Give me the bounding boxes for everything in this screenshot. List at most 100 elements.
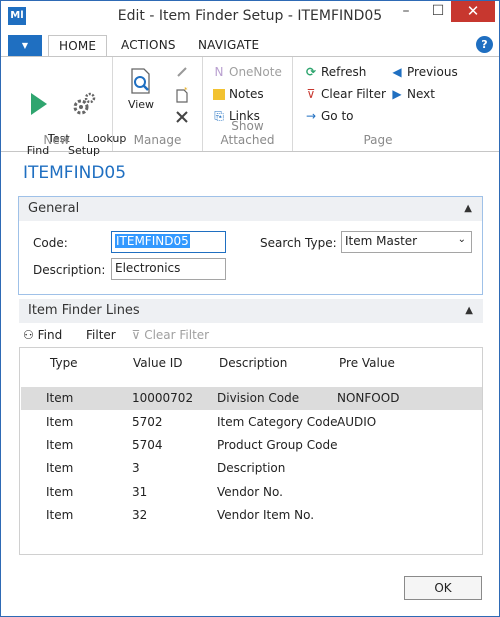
clear-filter-label: Clear Filter [321, 87, 386, 101]
ribbon: Test Find Lookup Setup New View * Manage… [1, 56, 499, 157]
ribbon-tabs: ▼ HOME ACTIONS NAVIGATE ? [1, 35, 499, 57]
ribbon-group-page: ⟳ Refresh ⊽ Clear Filter → Go to ◀ Previous … [293, 57, 463, 151]
cell-type: Item [46, 438, 74, 452]
collapse-chevron-icon[interactable]: ▲ [464, 197, 472, 221]
description-label: Description: [33, 263, 106, 277]
tab-home[interactable]: HOME [48, 35, 108, 57]
code-value: ITEMFIND05 [115, 234, 190, 248]
delete-icon[interactable] [176, 111, 188, 123]
group-label-show-attached: Show Attached [220, 119, 275, 147]
notes-icon [211, 85, 227, 103]
clear-filter-icon: ⊽ [306, 87, 316, 101]
search-type-value: Item Master [345, 234, 418, 248]
clear-filter-icon: ⊽ [131, 328, 141, 342]
cell-type: Item [46, 461, 74, 475]
cell-type: Item [46, 508, 74, 522]
edit-icon[interactable] [175, 65, 189, 79]
page-title: ITEMFIND05 [23, 163, 127, 183]
general-header-label: General [28, 201, 80, 216]
search-type-label: Search Type: [260, 236, 337, 250]
find-label: Find [37, 328, 63, 342]
cell-value-id: 5702 [132, 415, 163, 429]
column-header-pre-value[interactable]: Pre Value [339, 356, 395, 370]
find-button[interactable]: ⚇ Find [23, 328, 62, 342]
help-icon[interactable]: ? [476, 36, 493, 53]
refresh-button[interactable]: ⟳ Refresh [303, 63, 366, 81]
cell-value-id: 5704 [132, 438, 163, 452]
notes-button[interactable]: Notes [211, 85, 264, 103]
lines-toolbar: ⚇ Find Filter ⊽ Clear Filter [23, 328, 209, 346]
code-field[interactable]: ITEMFIND05 [111, 231, 226, 253]
go-to-button[interactable]: → Go to [303, 107, 354, 125]
table-row[interactable]: Item 32 Vendor Item No. [21, 504, 482, 527]
next-button[interactable]: ▶ Next [389, 85, 435, 103]
notes-label: Notes [229, 87, 264, 101]
description-field[interactable]: Electronics [111, 258, 226, 280]
cell-description: Item Category Code [217, 415, 338, 429]
test-find-button[interactable]: Test Find [20, 67, 70, 169]
table-row[interactable]: Item 5702 Item Category Code AUDIO [21, 411, 482, 434]
cell-type: Item [46, 415, 74, 429]
minimize-button[interactable]: – [391, 1, 421, 22]
onenote-button[interactable]: N OneNote [211, 63, 282, 81]
group-label-page: Page [363, 133, 393, 147]
app-menu-button[interactable]: ▼ [8, 35, 42, 57]
table-row[interactable]: Item 5704 Product Group Code [21, 434, 482, 457]
ok-button[interactable]: OK [404, 576, 482, 600]
table-row[interactable]: Item 3 Description [21, 457, 482, 480]
column-header-type[interactable]: Type [50, 356, 78, 370]
group-label-manage: Manage [133, 133, 182, 147]
cell-value-id: 10000702 [132, 391, 194, 405]
cell-description: Vendor Item No. [217, 508, 315, 522]
cell-type: Item [46, 485, 74, 499]
lookup-setup-button[interactable]: Lookup Setup [59, 67, 126, 169]
code-label: Code: [33, 236, 68, 250]
cell-description: Vendor No. [217, 485, 283, 499]
new-document-icon[interactable]: * [175, 87, 189, 103]
item-finder-lines-header[interactable]: Item Finder Lines ▲ [19, 299, 483, 323]
next-icon: ▶ [392, 87, 402, 101]
onenote-icon: N [214, 65, 224, 79]
tab-navigate[interactable]: NAVIGATE [198, 38, 259, 52]
cell-description: Product Group Code [217, 438, 338, 452]
table-row[interactable]: Item 31 Vendor No. [21, 481, 482, 504]
tab-actions[interactable]: ACTIONS [121, 38, 176, 52]
previous-button[interactable]: ◀ Previous [389, 63, 458, 81]
group-label-new: New [43, 133, 70, 147]
maximize-button[interactable]: ☐ [423, 1, 453, 22]
cell-value-id: 3 [132, 461, 140, 475]
general-header[interactable]: General ▲ [19, 197, 482, 221]
chevron-down-icon: ⌄ [457, 234, 466, 245]
table-row[interactable]: Item 10000702 Division Code NONFOOD [21, 387, 482, 410]
collapse-chevron-icon[interactable]: ▲ [465, 299, 473, 323]
binoculars-icon: ⚇ [23, 328, 34, 342]
item-finder-lines-grid: Type Value ID Description Pre Value Item… [19, 347, 483, 555]
cell-pre-value: NONFOOD [337, 391, 400, 405]
search-type-select[interactable]: Item Master ⌄ [341, 231, 472, 253]
svg-text:*: * [184, 87, 188, 94]
title-bar: Ml Edit - Item Finder Setup - ITEMFIND05… [1, 1, 499, 31]
cell-value-id: 32 [132, 508, 148, 522]
item-finder-lines-label: Item Finder Lines [28, 303, 140, 318]
refresh-label: Refresh [321, 65, 367, 79]
filter-button[interactable]: Filter [86, 328, 116, 342]
ribbon-group-new: Test Find Lookup Setup New [1, 57, 126, 157]
cell-pre-value: AUDIO [337, 415, 377, 429]
clear-filter-button[interactable]: ⊽ Clear Filter [303, 85, 386, 103]
clear-filter-lines-button[interactable]: ⊽ Clear Filter [132, 328, 210, 342]
gears-icon [73, 92, 96, 115]
previous-label: Previous [407, 65, 458, 79]
clear-filter-lines-label: Clear Filter [144, 328, 210, 342]
ribbon-group-manage: View * Manage [113, 57, 203, 151]
close-button[interactable]: ✕ [451, 1, 495, 22]
arrow-right-icon: → [305, 109, 317, 123]
previous-icon: ◀ [392, 65, 402, 79]
column-header-description[interactable]: Description [219, 356, 287, 370]
cell-description: Division Code [217, 391, 300, 405]
column-header-value-id[interactable]: Value ID [133, 356, 183, 370]
cell-value-id: 31 [132, 485, 148, 499]
ribbon-group-show-attached: N OneNote Notes ⎘ Links Show Attached [203, 57, 293, 151]
view-button[interactable]: View [121, 67, 161, 111]
refresh-icon: ⟳ [305, 65, 317, 79]
cell-description: Description [217, 461, 286, 475]
